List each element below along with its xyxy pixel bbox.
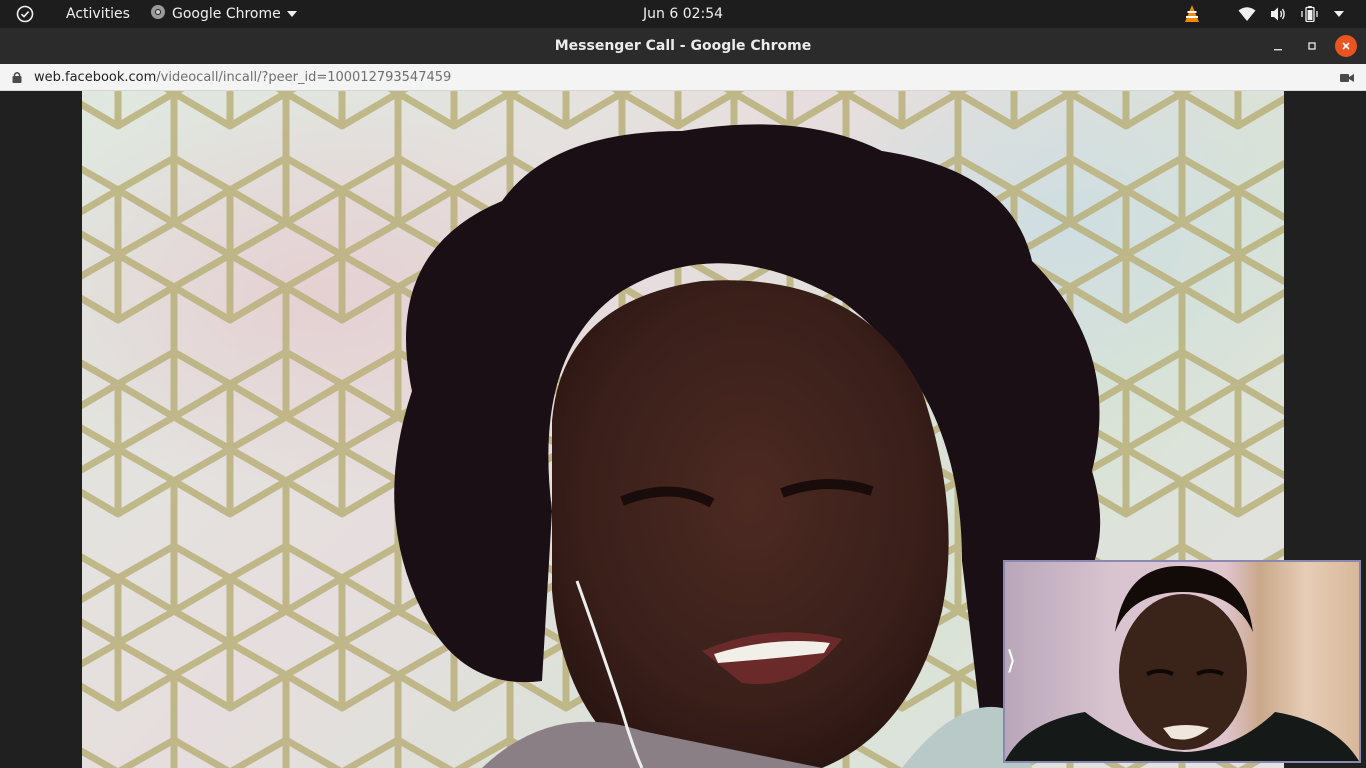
system-tray[interactable] [1182, 0, 1344, 28]
url-text[interactable]: web.facebook.com/videocall/incall/?peer_… [34, 64, 451, 91]
app-menu-label: Google Chrome [172, 6, 281, 22]
address-bar[interactable]: web.facebook.com/videocall/incall/?peer_… [0, 64, 1366, 91]
close-button[interactable] [1335, 35, 1357, 57]
caret-down-icon [286, 6, 297, 22]
vlc-icon[interactable] [1182, 4, 1202, 24]
call-stage: ⟩ [0, 91, 1366, 768]
app-menu[interactable]: Google Chrome [150, 0, 297, 28]
clock-date: Jun 6 [643, 6, 679, 22]
camera-in-use-icon[interactable] [1340, 72, 1354, 87]
window-title: Messenger Call - Google Chrome [554, 38, 812, 54]
clock[interactable]: Jun 6 02:54 [643, 0, 723, 28]
pip-collapse-chevron-icon[interactable]: ⟩ [1006, 646, 1022, 676]
activities-icon[interactable] [16, 0, 34, 28]
clock-time: 02:54 [682, 6, 724, 22]
power-menu-caret-icon[interactable] [1334, 10, 1344, 18]
restore-button[interactable] [1301, 35, 1323, 57]
self-view-video[interactable] [1003, 560, 1361, 763]
chrome-icon [150, 4, 166, 24]
url-domain: web.facebook.com [34, 70, 157, 85]
self-view-frame [1005, 565, 1359, 761]
url-path: /videocall/incall/?peer_id=1000127935474… [156, 70, 452, 85]
volume-icon[interactable] [1270, 6, 1286, 22]
battery-icon[interactable] [1300, 6, 1320, 22]
activities-button[interactable]: Activities [66, 0, 130, 28]
window-title-bar[interactable]: Messenger Call - Google Chrome [0, 28, 1366, 64]
minimize-button[interactable] [1267, 35, 1289, 57]
wifi-icon[interactable] [1238, 6, 1256, 22]
lock-icon[interactable] [12, 71, 22, 87]
system-top-bar: Activities Google Chrome Jun 6 02:54 [0, 0, 1366, 28]
